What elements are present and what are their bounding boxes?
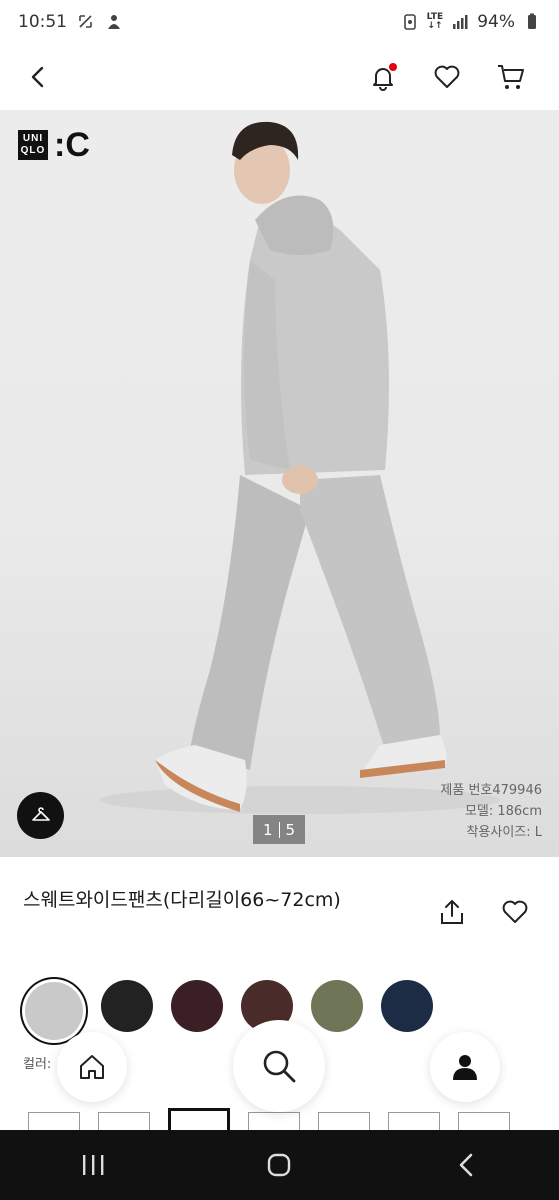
back-button[interactable]: [20, 59, 56, 95]
home-button[interactable]: [57, 1032, 127, 1102]
favorite-button[interactable]: [497, 894, 533, 930]
pager-total: 5: [285, 820, 296, 839]
status-time: 10:51: [18, 12, 67, 32]
system-back-button[interactable]: [436, 1140, 496, 1190]
screenshot-icon: [79, 15, 92, 28]
color-swatches: [23, 980, 433, 1040]
back-icon: [459, 1153, 473, 1177]
recents-icon: [83, 1155, 104, 1175]
product-image[interactable]: UNI QLO :C 1 5 제품 번호479946 모델: 186cm 착용사…: [0, 110, 559, 857]
wishlist-button[interactable]: [429, 59, 465, 95]
uniqlo-logo-box: UNI QLO: [18, 130, 48, 160]
color-label: 컬러:: [23, 1057, 52, 1072]
system-navigation-bar: [0, 1130, 559, 1200]
color-swatch-black[interactable]: [101, 980, 153, 1032]
user-icon: [453, 1055, 477, 1080]
status-bar: 10:51 LTE ↓↑ 94%: [0, 0, 559, 44]
cart-icon: [498, 65, 524, 89]
signal-icon: [453, 15, 468, 29]
heart-icon: [502, 900, 528, 923]
search-icon: [263, 1050, 296, 1083]
search-button[interactable]: [233, 1020, 325, 1112]
size-guide-button[interactable]: [17, 792, 64, 839]
network-activity: ↓↑: [427, 21, 443, 31]
header-actions: [365, 59, 529, 95]
app-notification-icon: [108, 15, 120, 29]
model-illustration: [100, 121, 500, 814]
network-type: LTE ↓↑: [427, 13, 444, 31]
battery-icon: [528, 13, 536, 29]
product-title: 스웨트와이드팬츠(다리길이66~72cm): [23, 889, 341, 911]
logo-line-2: QLO: [20, 145, 46, 156]
app-header: [0, 44, 559, 110]
share-icon: [441, 900, 463, 924]
color-swatch-navy[interactable]: [381, 980, 433, 1032]
system-home-button[interactable]: [249, 1140, 309, 1190]
color-swatch-wine[interactable]: [171, 980, 223, 1032]
model-info: 제품 번호479946 모델: 186cm 착용사이즈: L: [440, 780, 542, 843]
product-number: 제품 번호479946: [440, 783, 542, 798]
model-size: 착용사이즈: L: [466, 825, 542, 840]
home-circle-icon: [268, 1153, 291, 1177]
color-swatch-gray[interactable]: [25, 982, 83, 1040]
status-left: 10:51: [18, 12, 123, 32]
account-button[interactable]: [430, 1032, 500, 1102]
color-swatch-olive[interactable]: [311, 980, 363, 1032]
cart-button[interactable]: [493, 59, 529, 95]
image-pager: 1 5: [253, 815, 305, 844]
hanger-icon: [31, 806, 50, 821]
battery-level: 94%: [477, 12, 515, 32]
heart-icon: [434, 65, 460, 88]
back-chevron-icon: [31, 66, 44, 88]
pager-current: 1: [262, 820, 273, 839]
logo-line-1: UNI: [22, 133, 44, 144]
battery-saver-icon: [403, 14, 416, 30]
pager-separator: [278, 821, 280, 838]
notification-dot: [389, 63, 397, 71]
home-icon: [80, 1055, 104, 1079]
brand-logo: UNI QLO :C: [18, 126, 90, 164]
model-height: 모델: 186cm: [464, 804, 542, 819]
share-button[interactable]: [434, 894, 470, 930]
recents-button[interactable]: [63, 1140, 123, 1190]
status-right: LTE ↓↑ 94%: [401, 12, 541, 32]
brand-suffix: :C: [54, 126, 90, 164]
notification-button[interactable]: [365, 59, 401, 95]
